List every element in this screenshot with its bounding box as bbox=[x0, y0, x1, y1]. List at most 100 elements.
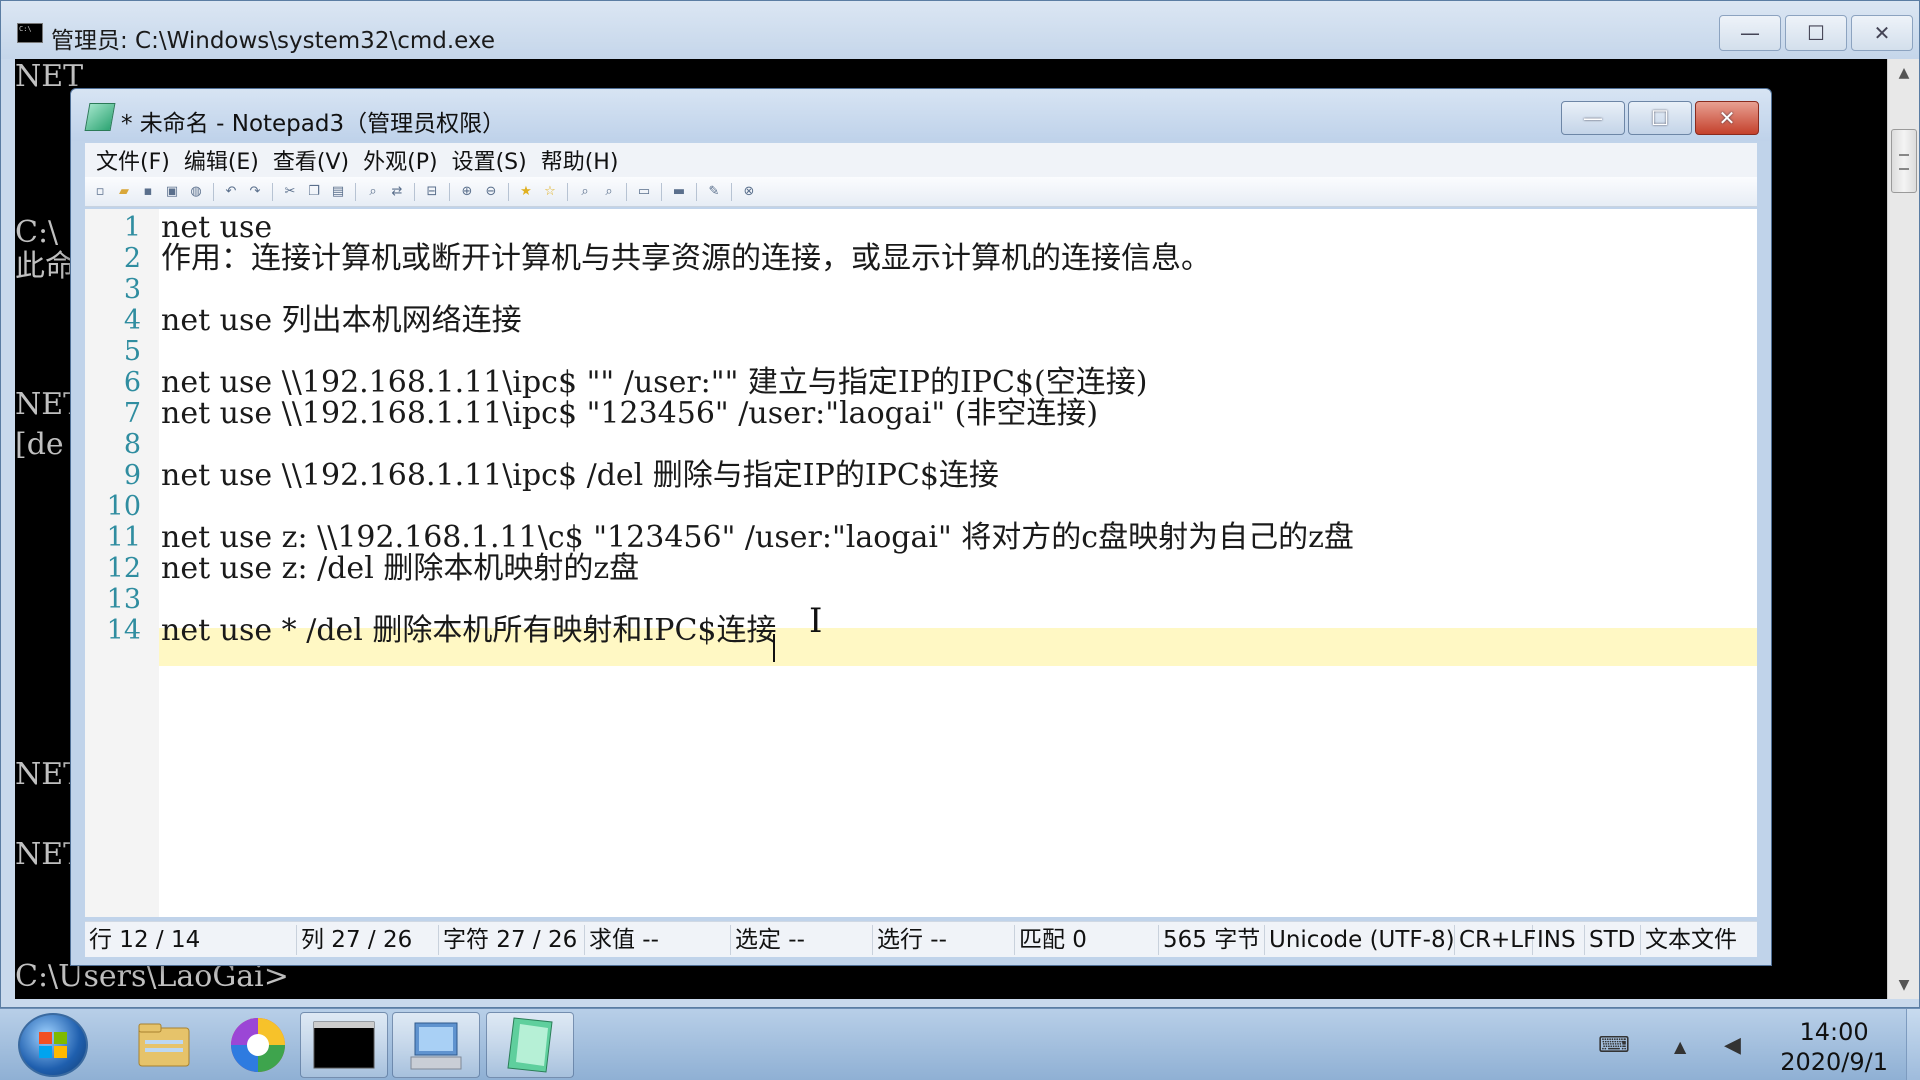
show-hidden-icons-icon[interactable]: ▲ bbox=[1674, 1037, 1686, 1056]
taskbar-remote-desktop[interactable] bbox=[392, 1012, 480, 1078]
menu-settings[interactable]: 设置(S) bbox=[445, 144, 534, 176]
notepad-minimize-button[interactable]: — bbox=[1561, 101, 1625, 135]
notepad-title: * 未命名 - Notepad3（管理员权限） bbox=[121, 111, 506, 137]
status-size[interactable]: 565 字节 bbox=[1159, 924, 1265, 955]
ibeam-cursor-icon: I bbox=[809, 601, 823, 641]
zoom-out-icon[interactable]: ⊖ bbox=[482, 183, 500, 201]
cmd-title: 管理员: C:\Windows\system32\cmd.exe bbox=[51, 28, 495, 54]
code-line: 作用：连接计算机或断开计算机与共享资源的连接，或显示计算机的连接信息。 bbox=[161, 241, 1211, 276]
menu-help[interactable]: 帮助(H) bbox=[534, 144, 626, 176]
cmd-icon bbox=[17, 23, 43, 43]
paste-icon[interactable]: ▤ bbox=[329, 183, 347, 201]
menu-view[interactable]: 查看(V) bbox=[266, 144, 356, 176]
cmd-line: C:\ bbox=[15, 215, 59, 250]
redo-icon[interactable]: ↷ bbox=[246, 183, 264, 201]
system-tray: ⌨ ▲ ◀ 14:00 2020/9/1 bbox=[1580, 1009, 1920, 1080]
zoom-in-icon[interactable]: ⊕ bbox=[458, 183, 476, 201]
taskbar-explorer[interactable] bbox=[120, 1012, 208, 1078]
statusbar: 行 12 / 14 列 27 / 26 字符 27 / 26 求值 -- 选定 … bbox=[85, 921, 1757, 957]
scroll-up-icon[interactable]: ▲ bbox=[1888, 59, 1920, 87]
toolbar-separator bbox=[508, 182, 509, 201]
cmd-window-controls: — ☐ ✕ bbox=[1719, 15, 1913, 51]
scroll-down-icon[interactable]: ▼ bbox=[1888, 971, 1920, 999]
print-icon[interactable]: ▬ bbox=[670, 183, 688, 201]
status-matches[interactable]: 匹配 0 bbox=[1015, 924, 1159, 955]
toolbar-separator bbox=[272, 182, 273, 201]
cmd-minimize-button[interactable]: — bbox=[1719, 15, 1781, 51]
menu-file[interactable]: 文件(F) bbox=[89, 144, 177, 176]
notepad3-icon bbox=[507, 1017, 553, 1073]
clock-date: 2020/9/1 bbox=[1780, 1048, 1888, 1076]
toolbar-separator bbox=[696, 182, 697, 201]
find-icon[interactable]: ⌕ bbox=[364, 183, 382, 201]
notepad-window-controls: — ☐ ✕ bbox=[1561, 101, 1759, 135]
save-icon[interactable]: ▪ bbox=[139, 183, 157, 201]
show-desktop-button[interactable] bbox=[1906, 1009, 1920, 1080]
status-std[interactable]: STD bbox=[1585, 924, 1641, 955]
keyboard-icon[interactable]: ⌨ bbox=[1598, 1033, 1630, 1058]
cmd-line: 此命 bbox=[15, 249, 75, 284]
pin-icon[interactable]: ✎ bbox=[705, 183, 723, 201]
cmd-maximize-button[interactable]: ☐ bbox=[1785, 15, 1847, 51]
taskbar: ⌨ ▲ ◀ 14:00 2020/9/1 bbox=[0, 1008, 1920, 1080]
folder-icon bbox=[138, 1023, 190, 1067]
taskbar-cmd[interactable] bbox=[300, 1012, 388, 1078]
toolbar-separator bbox=[449, 182, 450, 201]
notepad-close-button[interactable]: ✕ bbox=[1695, 101, 1759, 135]
status-selection[interactable]: 选定 -- bbox=[731, 924, 873, 955]
line-number: 14 bbox=[106, 615, 141, 646]
status-chars[interactable]: 字符 27 / 26 bbox=[439, 924, 585, 955]
code-line: net use z: /del 删除本机映射的z盘 bbox=[161, 551, 640, 586]
notepad3-window: * 未命名 - Notepad3（管理员权限） — ☐ ✕ 文件(F) 编辑(E… bbox=[70, 88, 1772, 966]
add-favorite-icon[interactable]: ☆ bbox=[541, 183, 559, 201]
cut-icon[interactable]: ✂ bbox=[281, 183, 299, 201]
exit-icon[interactable]: ⊗ bbox=[740, 183, 758, 201]
clock[interactable]: 14:00 2020/9/1 bbox=[1780, 1017, 1888, 1077]
code-line: net use 列出本机网络连接 bbox=[161, 303, 522, 338]
notepad-titlebar[interactable]: * 未命名 - Notepad3（管理员权限） — ☐ ✕ bbox=[71, 89, 1771, 141]
search-icon[interactable]: ⌕ bbox=[576, 183, 594, 201]
save-as-icon[interactable]: ▣ bbox=[163, 183, 181, 201]
new-file-icon[interactable]: ▫ bbox=[91, 183, 109, 201]
taskbar-browser[interactable] bbox=[214, 1012, 302, 1078]
status-ins[interactable]: INS bbox=[1533, 924, 1585, 955]
cmd-scrollbar[interactable]: ▲ ▼ bbox=[1887, 59, 1919, 999]
computer-icon bbox=[410, 1022, 462, 1070]
clock-time: 14:00 bbox=[1799, 1018, 1869, 1046]
toolbar: ▫ ▰ ▪ ▣ ◍ ↶ ↷ ✂ ❐ ▤ ⌕ ⇄ ⊟ ⊕ ⊖ ★ ☆ ⌕ ⌕ ▭ … bbox=[85, 177, 1757, 207]
open-folder-icon[interactable]: ▰ bbox=[115, 183, 133, 201]
start-button[interactable] bbox=[18, 1013, 88, 1077]
toolbar-separator bbox=[661, 182, 662, 201]
scroll-thumb[interactable] bbox=[1891, 129, 1917, 193]
undo-icon[interactable]: ↶ bbox=[222, 183, 240, 201]
zoom-reset-icon[interactable]: ⌕ bbox=[600, 183, 618, 201]
status-encoding[interactable]: Unicode (UTF-8) bbox=[1265, 924, 1455, 955]
status-eol[interactable]: CR+LF bbox=[1455, 924, 1536, 955]
cmd-titlebar[interactable]: 管理员: C:\Windows\system32\cmd.exe — ☐ ✕ bbox=[1, 1, 1919, 59]
favorites-icon[interactable]: ★ bbox=[517, 183, 535, 201]
text-caret bbox=[773, 634, 775, 662]
browse-icon[interactable]: ◍ bbox=[187, 183, 205, 201]
copy-icon[interactable]: ❐ bbox=[305, 183, 323, 201]
status-filetype[interactable]: 文本文件 bbox=[1641, 925, 1753, 955]
cmd-line: [de bbox=[15, 427, 64, 462]
status-line[interactable]: 行 12 / 14 bbox=[85, 924, 297, 955]
browser-icon bbox=[231, 1018, 285, 1072]
editor[interactable]: 1 2 3 4 5 6 7 8 9 10 11 12 13 14 net use… bbox=[85, 209, 1757, 917]
status-column[interactable]: 列 27 / 26 bbox=[297, 924, 439, 955]
toolbar-separator bbox=[213, 182, 214, 201]
status-eval[interactable]: 求值 -- bbox=[585, 924, 731, 955]
notepad-maximize-button[interactable]: ☐ bbox=[1628, 101, 1692, 135]
replace-icon[interactable]: ⇄ bbox=[388, 183, 406, 201]
status-selected-lines[interactable]: 选行 -- bbox=[873, 924, 1015, 955]
windows-logo-icon bbox=[39, 1032, 69, 1060]
taskbar-notepad3[interactable] bbox=[486, 1012, 574, 1078]
code-line: net use \\192.168.1.11\ipc$ "123456" /us… bbox=[161, 396, 1099, 431]
menu-appearance[interactable]: 外观(P) bbox=[356, 144, 444, 176]
menu-edit[interactable]: 编辑(E) bbox=[177, 144, 266, 176]
toolbar-separator bbox=[414, 182, 415, 201]
page-setup-icon[interactable]: ▭ bbox=[635, 183, 653, 201]
cmd-close-button[interactable]: ✕ bbox=[1851, 15, 1913, 51]
word-wrap-icon[interactable]: ⊟ bbox=[423, 183, 441, 201]
volume-icon[interactable]: ◀ bbox=[1724, 1033, 1741, 1058]
